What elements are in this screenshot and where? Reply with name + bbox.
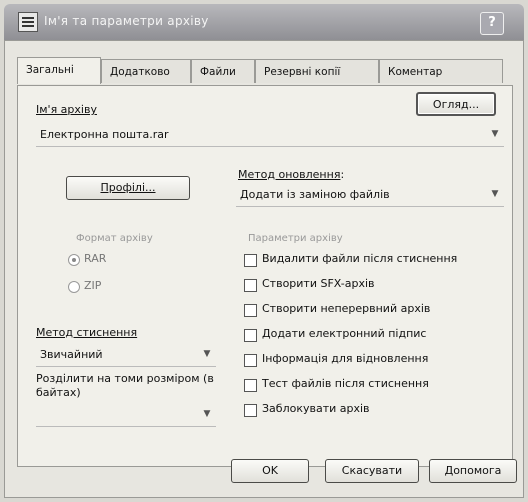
sfx-label: Створити SFX-архів [262, 277, 375, 290]
sfx-checkbox[interactable] [244, 279, 257, 292]
archive-app-icon [18, 12, 38, 32]
compression-select[interactable]: Звичайний ▼ [36, 344, 216, 367]
dialog-window: Загальні Додатково Файли Резервні копії … [4, 40, 524, 498]
zip-radio[interactable] [68, 281, 80, 293]
title-bar: Ім'я та параметри архіву ? [4, 4, 524, 40]
browse-button[interactable]: Огляд... [416, 92, 496, 116]
test-files-label: Тест файлів після стиснення [262, 377, 429, 390]
ok-button[interactable]: OK [231, 459, 309, 483]
help-button[interactable]: Допомога [429, 459, 517, 483]
split-volume-combo[interactable]: ▼ [36, 404, 216, 427]
tab-advanced[interactable]: Додатково [101, 59, 191, 83]
profiles-button-label: Профілі... [100, 181, 156, 194]
delete-files-checkbox[interactable] [244, 254, 257, 267]
signature-label: Додати електронний підпис [262, 327, 427, 340]
help-title-button[interactable]: ? [480, 12, 504, 35]
test-files-checkbox[interactable] [244, 379, 257, 392]
lock-archive-checkbox[interactable] [244, 404, 257, 417]
signature-checkbox[interactable] [244, 329, 257, 342]
window-title: Ім'я та параметри архіву [44, 14, 209, 28]
archive-name-value: Електронна пошта.rar [40, 128, 169, 141]
compression-label: Метод стиснення [36, 326, 137, 339]
recovery-label: Інформація для відновлення [262, 352, 429, 365]
archive-name-combo[interactable]: Електронна пошта.rar ▼ [36, 124, 504, 147]
rar-radio[interactable] [68, 254, 80, 266]
chevron-down-icon[interactable]: ▼ [200, 407, 214, 421]
recovery-checkbox[interactable] [244, 354, 257, 367]
archive-name-label: Ім'я архіву [36, 103, 97, 116]
zip-radio-label: ZIP [84, 279, 102, 292]
split-label: Розділити на томи розміром (в байтах) [36, 372, 214, 399]
update-method-label-text: Метод оновлення [238, 168, 341, 181]
delete-files-label: Видалити файли після стиснення [262, 252, 458, 265]
cancel-button[interactable]: Скасувати [325, 459, 419, 483]
chevron-down-icon[interactable]: ▼ [488, 127, 502, 141]
solid-label: Створити неперервний архів [262, 302, 431, 315]
tab-files[interactable]: Файли [191, 59, 255, 83]
lock-archive-label: Заблокувати архів [262, 402, 370, 415]
compression-label-text: Метод стиснення [36, 326, 138, 339]
tab-general[interactable]: Загальні [17, 57, 101, 84]
update-method-label: Метод оновлення: [238, 168, 345, 181]
tab-comment[interactable]: Коментар [379, 59, 503, 83]
chevron-down-icon[interactable]: ▼ [200, 347, 214, 361]
update-method-select[interactable]: Додати із заміною файлів ▼ [236, 184, 504, 207]
rar-radio-label: RAR [84, 252, 107, 265]
archive-options-group-label: Параметри архіву [248, 233, 343, 244]
profiles-button[interactable]: Профілі... [66, 176, 190, 200]
tab-backups[interactable]: Резервні копії [255, 59, 379, 83]
update-method-value: Додати із заміною файлів [240, 188, 390, 201]
general-panel: Ім'я архіву Огляд... Електронна пошта.ra… [17, 85, 513, 467]
solid-checkbox[interactable] [244, 304, 257, 317]
compression-value: Звичайний [40, 348, 103, 361]
chevron-down-icon[interactable]: ▼ [488, 187, 502, 201]
archive-format-group-label: Формат архіву [76, 233, 153, 244]
